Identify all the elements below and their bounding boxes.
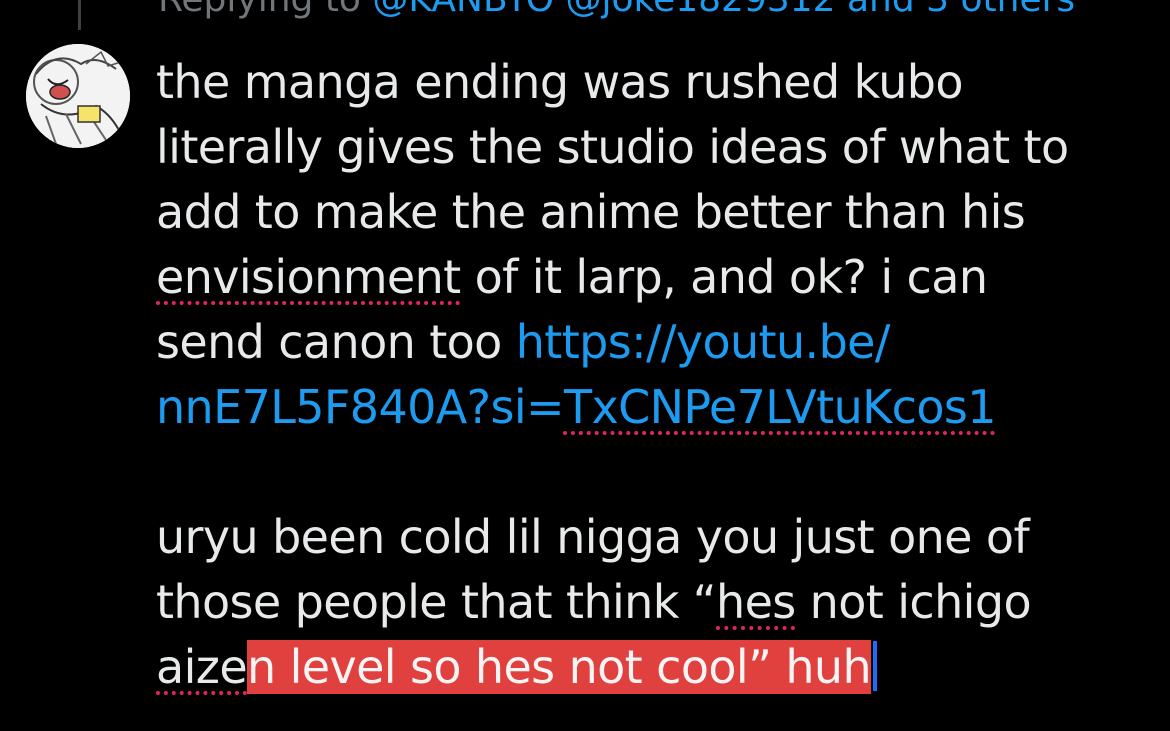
youtube-link-part-2[interactable]: nnE7L5F840A?si= <box>156 380 565 434</box>
youtube-link-part-3[interactable]: TxCNPe7LVtuKcos1 <box>564 380 997 434</box>
thread-connector-line <box>78 0 81 30</box>
misspelled-word[interactable]: envisionment <box>156 250 461 304</box>
replying-to-header: Replying to @KANBYO @joke1829312 and 3 o… <box>158 0 1075 22</box>
text-line-2: literally gives the studio ideas of what… <box>156 120 1069 174</box>
misspelled-word[interactable]: hes <box>716 575 796 629</box>
text-line-7: uryu been cold lil nigga you just one of <box>156 510 1030 564</box>
text-line-4: envisionment of it larp, and ok? i can <box>156 250 988 304</box>
reply-text[interactable]: the manga ending was rushed kubo literal… <box>156 50 1146 700</box>
youtube-link-part-1[interactable]: https://youtu.be/ <box>516 315 891 369</box>
replying-to-label: Replying to <box>158 0 361 20</box>
profile-avatar-icon[interactable] <box>26 44 130 148</box>
text-line-6: nnE7L5F840A?si=TxCNPe7LVtuKcos1 <box>156 375 1146 440</box>
text-line-3: add to make the anime better than his <box>156 185 1026 239</box>
text-selection[interactable]: n level so hes not cool” huh <box>247 640 872 694</box>
text-line-5: send canon too https://youtu.be/ <box>156 315 891 369</box>
text-line-1: the manga ending was rushed kubo <box>156 55 964 109</box>
replying-to-handles[interactable]: @KANBYO @joke1829312 and 3 others <box>372 0 1075 20</box>
text-caret <box>873 641 878 691</box>
text-line-8: those people that think “hes not ichigo <box>156 575 1032 629</box>
misspelled-word[interactable]: aize <box>156 640 248 694</box>
text-line-9: aizen level so hes not cool” huh <box>156 635 1146 700</box>
